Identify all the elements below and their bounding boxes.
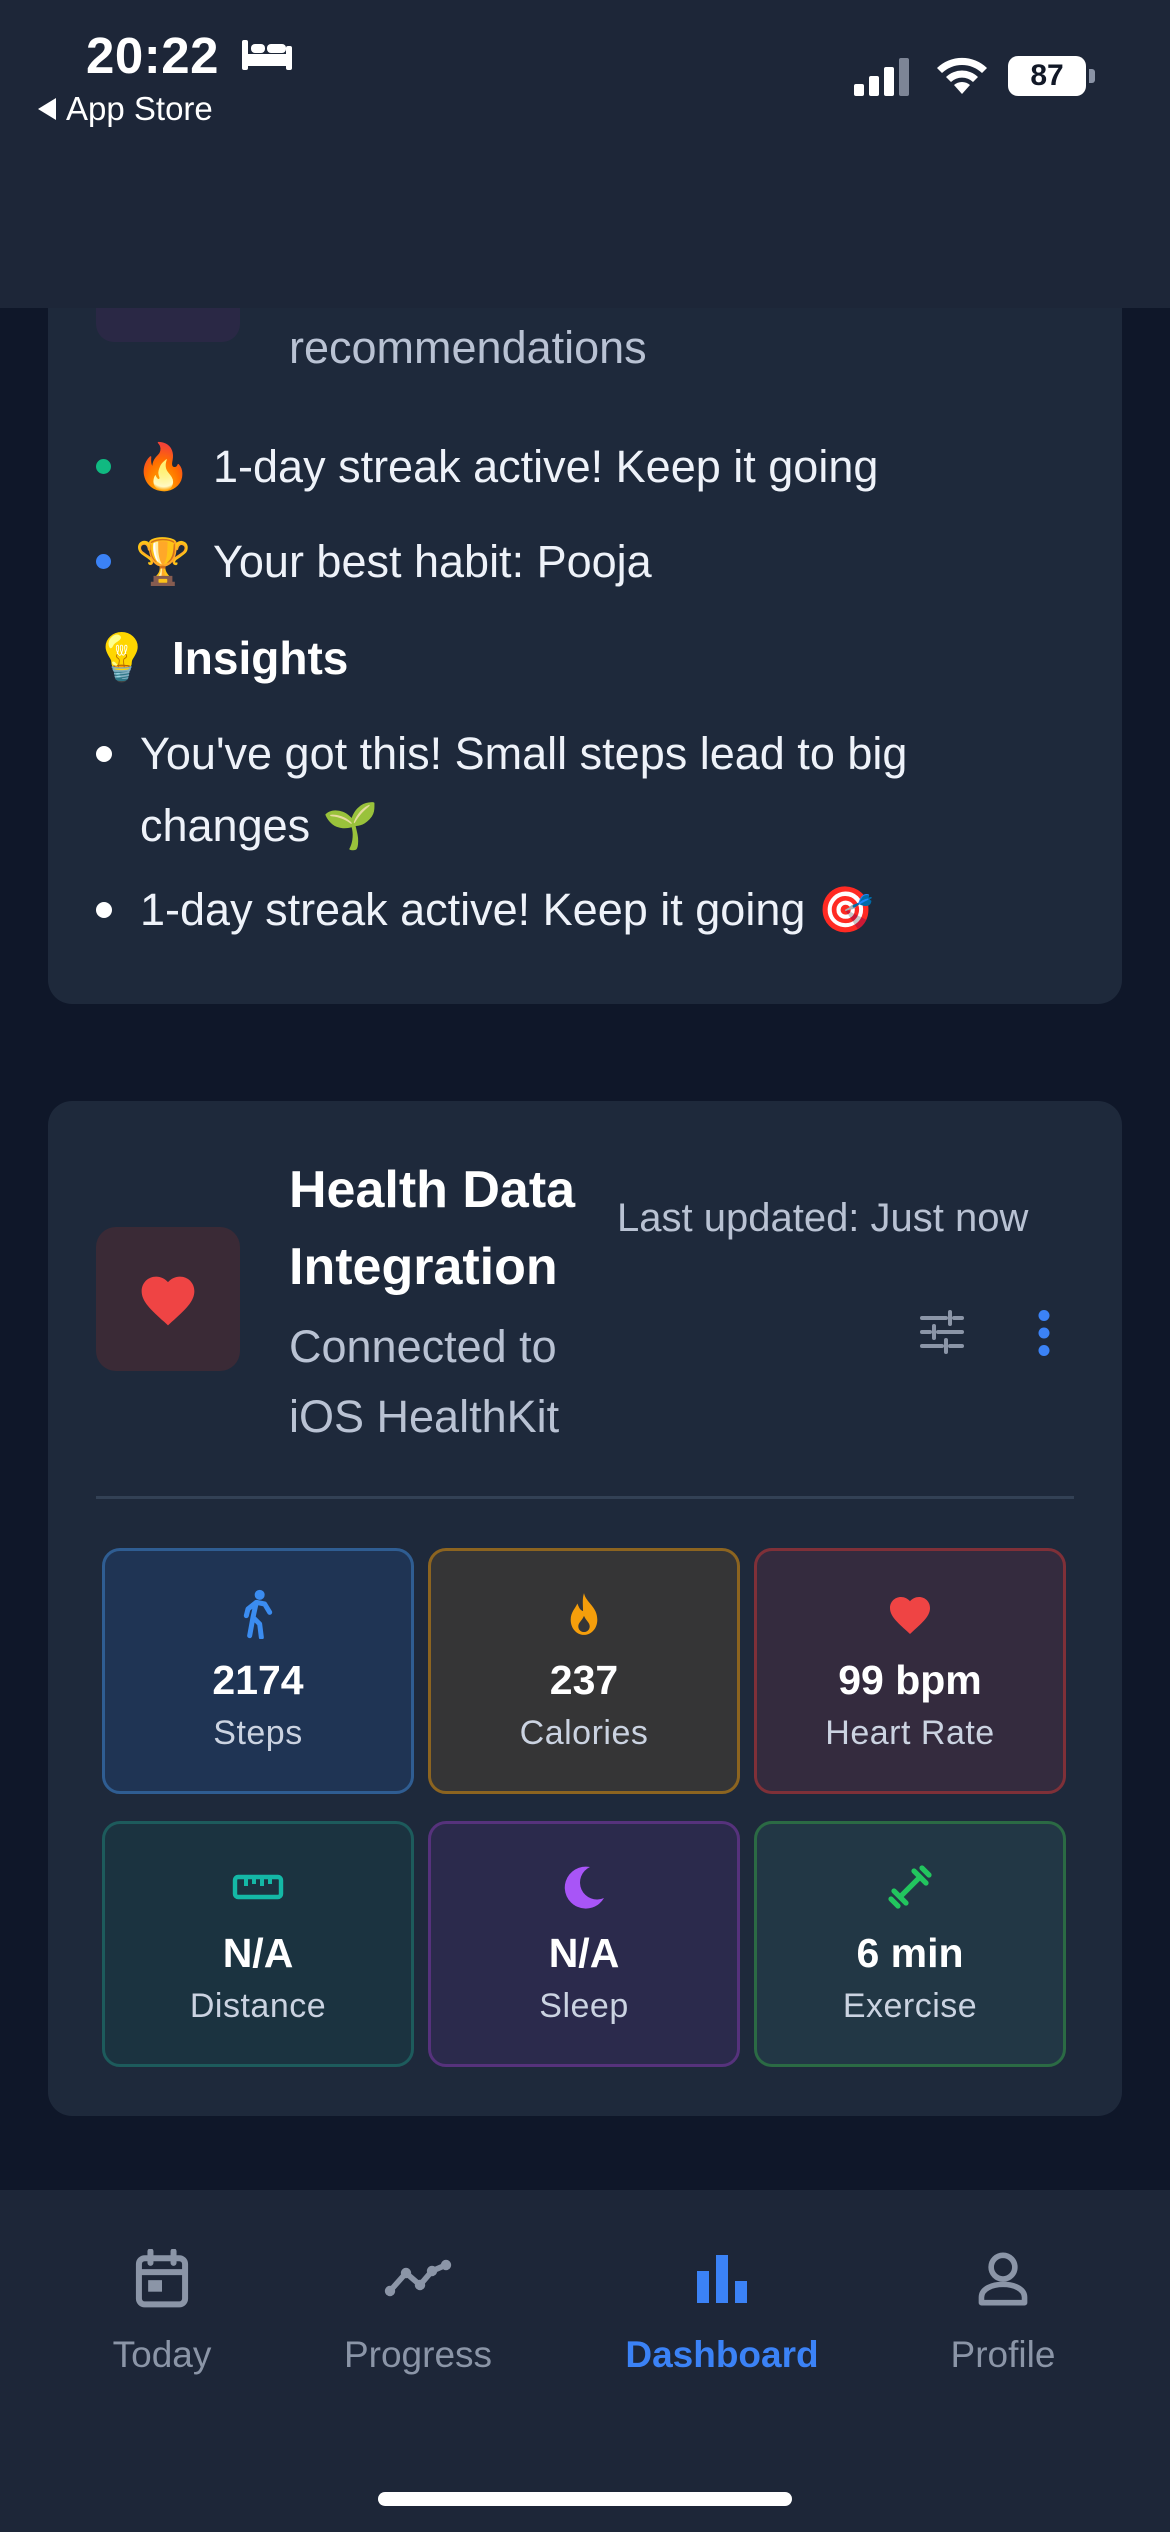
tune-settings-icon[interactable] [918, 1310, 966, 1354]
metric-value: N/A [548, 1930, 620, 1976]
tab-label: Profile [950, 2334, 1056, 2375]
status-dot [96, 459, 111, 474]
metric-steps[interactable]: 2174 Steps [102, 1548, 414, 1794]
dumbbell-icon [888, 1865, 932, 1909]
calendar-icon [135, 2249, 189, 2308]
tab-progress[interactable]: Progress [278, 2244, 558, 2376]
top-header: 20:22 App Store 87 [0, 0, 1170, 308]
wifi-icon [937, 57, 987, 94]
status-dot [96, 554, 111, 569]
tab-label: Dashboard [625, 2334, 819, 2375]
lightbulb-icon: 💡 [93, 631, 151, 683]
recommendations-subtitle: recommendations [289, 322, 647, 373]
health-subtitle: Connected to iOS HealthKit [289, 1321, 560, 1442]
metric-value: 6 min [856, 1930, 964, 1976]
bar-chart-icon [697, 2255, 747, 2303]
insight-text: You've got this! Small steps lead to big [140, 728, 908, 779]
metric-value: 237 [549, 1657, 619, 1703]
metric-label: Sleep [539, 1987, 629, 2025]
battery-indicator: 87 [1008, 56, 1095, 96]
back-to-app-store[interactable]: App Store [38, 90, 213, 128]
bullet-dot [96, 746, 112, 762]
flame-icon [570, 1593, 598, 1635]
fire-icon: 🔥 [134, 441, 192, 492]
recommendation-item: 🔥 1-day streak active! Keep it going [96, 440, 878, 493]
more-options-icon[interactable] [1034, 1308, 1054, 1358]
card-divider [96, 1496, 1074, 1499]
metric-label: Heart Rate [825, 1714, 995, 1752]
metric-label: Calories [519, 1714, 649, 1752]
trend-icon [384, 2259, 452, 2297]
insight-text-continued: changes 🌱 [140, 800, 379, 851]
metric-exercise[interactable]: 6 min Exercise [754, 1821, 1066, 2067]
trophy-icon: 🏆 [134, 536, 192, 587]
back-arrow-icon [38, 98, 56, 120]
metric-label: Exercise [842, 1987, 978, 2025]
insights-title: Insights [172, 631, 349, 684]
metric-distance[interactable]: N/A Distance [102, 1821, 414, 2067]
bottom-tab-bar: Today Progress Dashboard Profile [0, 2190, 1170, 2532]
metric-value: N/A [222, 1930, 294, 1976]
back-label: App Store [66, 90, 213, 127]
metric-value: 2174 [212, 1657, 304, 1703]
insight-item: You've got this! Small steps lead to big… [96, 718, 907, 862]
bed-icon [242, 40, 292, 70]
moon-icon [564, 1866, 604, 1909]
tab-label: Today [112, 2334, 212, 2375]
recommendation-item: 🏆 Your best habit: Pooja [96, 535, 652, 588]
bullet-dot [96, 902, 112, 918]
recommendations-icon-box [96, 308, 240, 342]
metric-heart-rate[interactable]: 99 bpm Heart Rate [754, 1548, 1066, 1794]
ruler-icon [232, 1874, 284, 1900]
recommendation-text: 1-day streak active! Keep it going [213, 440, 879, 492]
status-time: 20:22 [86, 27, 219, 84]
person-icon [978, 2252, 1028, 2306]
home-indicator[interactable] [378, 2492, 792, 2506]
insight-text: 1-day streak active! Keep it going 🎯 [140, 884, 874, 935]
health-icon-box [96, 1227, 240, 1371]
battery-level: 87 [1008, 56, 1086, 96]
tab-profile[interactable]: Profile [863, 2244, 1143, 2376]
metric-value: 99 bpm [838, 1657, 982, 1703]
metric-sleep[interactable]: N/A Sleep [428, 1821, 740, 2067]
metric-label: Distance [189, 1987, 327, 2025]
tab-label: Progress [343, 2334, 493, 2375]
health-title: Health Data Integration [289, 1161, 576, 1296]
metric-calories[interactable]: 237 Calories [428, 1548, 740, 1794]
insight-item: 1-day streak active! Keep it going 🎯 [96, 874, 874, 946]
metric-label: Steps [213, 1714, 303, 1752]
recommendation-text: Your best habit: Pooja [213, 535, 652, 587]
tab-today[interactable]: Today [22, 2244, 302, 2376]
insights-heading: 💡 Insights [93, 630, 349, 685]
heart-icon [141, 1276, 195, 1326]
last-updated-text: Last updated: Just now [617, 1196, 1029, 1240]
tab-dashboard[interactable]: Dashboard [582, 2244, 862, 2376]
heart-icon [890, 1597, 930, 1634]
battery-tip [1089, 69, 1095, 83]
walk-icon [243, 1589, 273, 1639]
cellular-signal-icon [854, 58, 909, 96]
